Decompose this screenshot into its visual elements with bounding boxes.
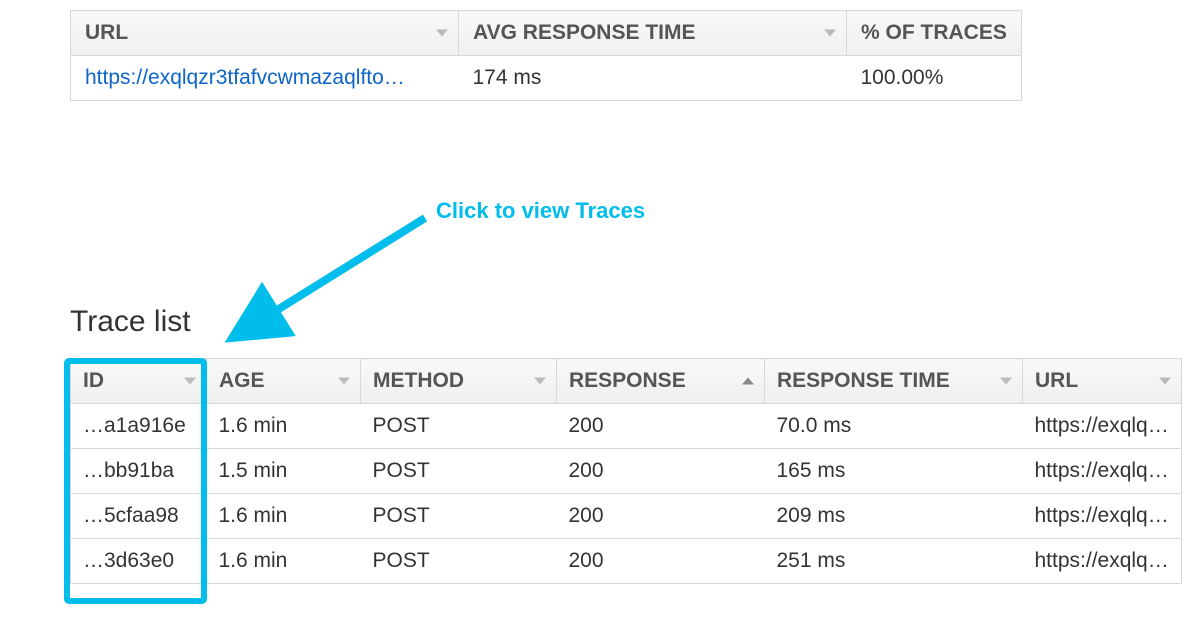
- trace-id-link[interactable]: …bb91ba: [71, 449, 207, 494]
- trace-age: 1.5 min: [207, 449, 361, 494]
- trace-rt: 165 ms: [765, 449, 1023, 494]
- trace-rt: 70.0 ms: [765, 404, 1023, 449]
- header-label: % OF TRACES: [861, 21, 1007, 44]
- trace-list-heading: Trace list: [70, 305, 191, 339]
- trace-header-method[interactable]: METHOD: [361, 359, 557, 404]
- trace-response: 200: [557, 539, 765, 584]
- chevron-down-icon: [338, 378, 350, 385]
- trace-rt: 251 ms: [765, 539, 1023, 584]
- trace-row: …3d63e0 1.6 min POST 200 251 ms https://…: [71, 539, 1182, 584]
- chevron-down-icon: [184, 378, 196, 385]
- summary-header-pct[interactable]: % OF TRACES: [847, 11, 1022, 56]
- trace-response: 200: [557, 494, 765, 539]
- summary-pct-value: 100.00%: [847, 56, 1022, 101]
- trace-header-id[interactable]: ID: [71, 359, 207, 404]
- trace-url: https://exqlq…: [1023, 449, 1182, 494]
- trace-method: POST: [361, 539, 557, 584]
- trace-header-url[interactable]: URL: [1023, 359, 1182, 404]
- trace-url: https://exqlq…: [1023, 494, 1182, 539]
- trace-header-response[interactable]: RESPONSE: [557, 359, 765, 404]
- trace-response: 200: [557, 449, 765, 494]
- trace-method: POST: [361, 404, 557, 449]
- chevron-down-icon: [436, 30, 448, 37]
- trace-row: …a1a916e 1.6 min POST 200 70.0 ms https:…: [71, 404, 1182, 449]
- trace-row: …5cfaa98 1.6 min POST 200 209 ms https:/…: [71, 494, 1182, 539]
- header-label: RESPONSE TIME: [777, 369, 950, 392]
- header-label: AGE: [219, 369, 265, 392]
- trace-url: https://exqlq…: [1023, 539, 1182, 584]
- summary-avg-value: 174 ms: [459, 56, 847, 101]
- header-label: URL: [85, 21, 128, 44]
- trace-url: https://exqlq…: [1023, 404, 1182, 449]
- chevron-down-icon: [1000, 378, 1012, 385]
- header-label: URL: [1035, 369, 1078, 392]
- summary-row: https://exqlqzr3tfafvcwmazaqlfto… 174 ms…: [71, 56, 1022, 101]
- trace-age: 1.6 min: [207, 539, 361, 584]
- trace-age: 1.6 min: [207, 494, 361, 539]
- header-label: ID: [83, 369, 104, 392]
- summary-header-row: URL AVG RESPONSE TIME % OF TRACES: [71, 11, 1022, 56]
- annotation-arrow-icon: [210, 210, 440, 360]
- trace-row: …bb91ba 1.5 min POST 200 165 ms https://…: [71, 449, 1182, 494]
- header-label: RESPONSE: [569, 369, 686, 392]
- trace-rt: 209 ms: [765, 494, 1023, 539]
- chevron-down-icon: [1159, 378, 1171, 385]
- trace-id-link[interactable]: …3d63e0: [71, 539, 207, 584]
- annotation-text: Click to view Traces: [436, 198, 645, 224]
- trace-header-row: ID AGE METHOD RESPONSE RESPONSE TIME: [71, 359, 1182, 404]
- summary-header-avg[interactable]: AVG RESPONSE TIME: [459, 11, 847, 56]
- trace-response: 200: [557, 404, 765, 449]
- trace-age: 1.6 min: [207, 404, 361, 449]
- trace-table: ID AGE METHOD RESPONSE RESPONSE TIME: [70, 358, 1182, 584]
- chevron-down-icon: [534, 378, 546, 385]
- trace-method: POST: [361, 449, 557, 494]
- summary-header-url[interactable]: URL: [71, 11, 459, 56]
- trace-id-link[interactable]: …a1a916e: [71, 404, 207, 449]
- trace-id-link[interactable]: …5cfaa98: [71, 494, 207, 539]
- chevron-up-icon: [742, 378, 754, 385]
- header-label: AVG RESPONSE TIME: [473, 21, 695, 44]
- trace-method: POST: [361, 494, 557, 539]
- chevron-down-icon: [824, 30, 836, 37]
- header-label: METHOD: [373, 369, 464, 392]
- trace-header-rt[interactable]: RESPONSE TIME: [765, 359, 1023, 404]
- summary-table: URL AVG RESPONSE TIME % OF TRACES https:…: [70, 10, 1022, 101]
- summary-url-link[interactable]: https://exqlqzr3tfafvcwmazaqlfto…: [71, 56, 459, 101]
- trace-header-age[interactable]: AGE: [207, 359, 361, 404]
